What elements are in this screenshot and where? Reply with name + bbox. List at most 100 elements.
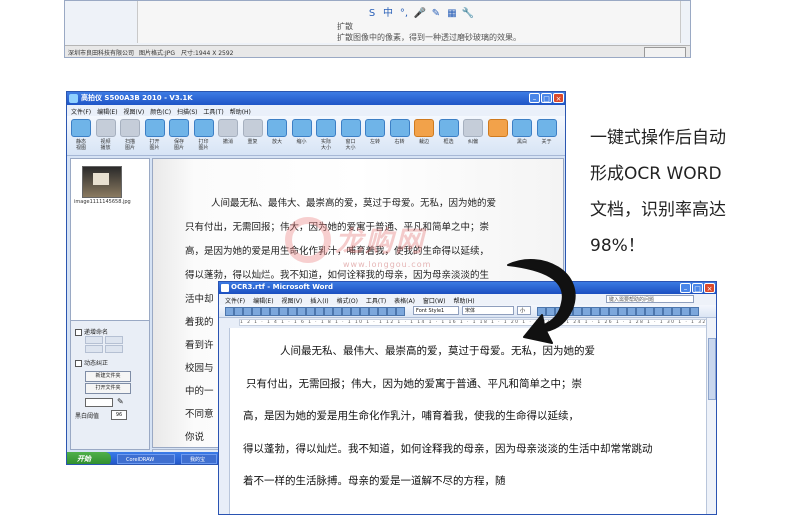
toolbar-button[interactable]: 框选: [438, 119, 460, 153]
word-maximize-button[interactable]: □: [692, 283, 703, 293]
word-toolbar-icon[interactable]: [279, 307, 288, 316]
toolbar-button[interactable]: 放大: [266, 119, 288, 153]
word-toolbar-icon[interactable]: [627, 307, 636, 316]
name-field-4[interactable]: [105, 345, 123, 353]
word-toolbar-icon[interactable]: [654, 307, 663, 316]
auto-name-option[interactable]: 递增命名: [75, 327, 108, 336]
toolbar-button[interactable]: 静态 视图: [70, 119, 92, 153]
word-toolbar-icon[interactable]: [234, 307, 243, 316]
menu-scan[interactable]: 扫描(S): [177, 107, 198, 116]
eyedropper-icon[interactable]: ✎: [117, 397, 124, 406]
word-menu-edit[interactable]: 编辑(E): [253, 296, 273, 305]
word-toolbar-icon[interactable]: [609, 307, 618, 316]
toolbar-button[interactable]: 打开 图片: [144, 119, 166, 153]
word-menu-window[interactable]: 窗口(W): [423, 296, 446, 305]
word-menu-table[interactable]: 表格(A): [394, 296, 415, 305]
menu-edit[interactable]: 编辑(E): [97, 107, 117, 116]
toolbar-button[interactable]: 重复: [242, 119, 264, 153]
word-toolbar-icon[interactable]: [297, 307, 306, 316]
word-menu-file[interactable]: 文件(F): [225, 296, 245, 305]
edit-icon[interactable]: ✎: [429, 8, 443, 20]
auto-deskew-option[interactable]: 动态纠正: [75, 358, 108, 367]
toolbar-button[interactable]: 纠偏: [462, 119, 484, 153]
minimize-button[interactable]: –: [529, 93, 540, 103]
menu-view[interactable]: 视图(V): [123, 107, 144, 116]
toolbar-button[interactable]: 实际 大小: [315, 119, 337, 153]
word-menu-insert[interactable]: 插入(I): [310, 296, 328, 305]
word-toolbar-icon[interactable]: [342, 307, 351, 316]
punctuation-icon[interactable]: °,: [397, 8, 411, 20]
toolbar-button[interactable]: 视频 播放: [95, 119, 117, 153]
toolbar-button[interactable]: [487, 119, 509, 153]
auto-deskew-checkbox[interactable]: [75, 360, 82, 367]
new-folder-button[interactable]: 新建文件夹: [85, 371, 131, 382]
word-toolbar-icon[interactable]: [351, 307, 360, 316]
help-search-input[interactable]: 键入需要帮助的问题: [606, 295, 694, 303]
toolbar-button[interactable]: 黑白: [511, 119, 533, 153]
name-field-2[interactable]: [105, 336, 123, 344]
word-document-page[interactable]: 人间最无私、最伟大、最崇高的爱，莫过于母爱。无私，因为她的爱 只有付出，无需回报…: [230, 328, 707, 514]
scroll-thumb[interactable]: [708, 338, 716, 400]
word-menu-view[interactable]: 视图(V): [281, 296, 302, 305]
word-toolbar-icon[interactable]: [378, 307, 387, 316]
close-button[interactable]: ×: [553, 93, 564, 103]
taskbar-item[interactable]: 我的宝: [181, 454, 217, 464]
color-dropdown[interactable]: [85, 398, 113, 407]
toolbar-button[interactable]: 右转: [389, 119, 411, 153]
taskbar-item[interactable]: CorelDRAW: [117, 454, 175, 464]
menu-tools[interactable]: 工具(T): [203, 107, 223, 116]
word-toolbar-icon[interactable]: [636, 307, 645, 316]
name-field-3[interactable]: [85, 345, 103, 353]
word-toolbar-icon[interactable]: [243, 307, 252, 316]
table-icon[interactable]: ▦: [445, 8, 459, 20]
word-minimize-button[interactable]: –: [680, 283, 691, 293]
word-toolbar-icon[interactable]: [306, 307, 315, 316]
word-toolbar-icon[interactable]: [315, 307, 324, 316]
word-toolbar-icon[interactable]: [681, 307, 690, 316]
word-toolbar-icon[interactable]: [360, 307, 369, 316]
thumbnail-image[interactable]: [82, 166, 122, 198]
threshold-input[interactable]: 96: [111, 410, 127, 420]
word-toolbar-icon[interactable]: [252, 307, 261, 316]
toolbar-button[interactable]: 扫描 图片: [119, 119, 141, 153]
word-toolbar-icon[interactable]: [288, 307, 297, 316]
vertical-scrollbar[interactable]: [706, 318, 716, 514]
name-field-1[interactable]: [85, 336, 103, 344]
mic-icon[interactable]: 🎤: [413, 8, 427, 20]
word-toolbar-icon[interactable]: [672, 307, 681, 316]
word-toolbar-icon[interactable]: [396, 307, 405, 316]
menu-color[interactable]: 颜色(C): [150, 107, 171, 116]
open-folder-button[interactable]: 打开文件夹: [85, 383, 131, 394]
word-toolbar-icon[interactable]: [369, 307, 378, 316]
word-toolbar-icon[interactable]: [387, 307, 396, 316]
toolbar-button[interactable]: 缩小: [291, 119, 313, 153]
menu-help[interactable]: 帮助(H): [230, 107, 251, 116]
toolbar-button[interactable]: 保存 图片: [168, 119, 190, 153]
toolbar-button[interactable]: 打印 图片: [193, 119, 215, 153]
word-toolbar-icon[interactable]: [663, 307, 672, 316]
word-toolbar-icon[interactable]: [324, 307, 333, 316]
toolbar-button[interactable]: 裁边: [413, 119, 435, 153]
word-toolbar-icon[interactable]: [333, 307, 342, 316]
vertical-ruler[interactable]: [219, 328, 230, 514]
word-menu-help[interactable]: 帮助(H): [453, 296, 474, 305]
maximize-button[interactable]: □: [541, 93, 552, 103]
word-toolbar-icon[interactable]: [645, 307, 654, 316]
toolbar-button[interactable]: 关于: [536, 119, 558, 153]
word-toolbar-icon[interactable]: [600, 307, 609, 316]
word-close-button[interactable]: ×: [704, 283, 715, 293]
start-button[interactable]: 开始: [67, 452, 111, 464]
word-menu-format[interactable]: 格式(O): [337, 296, 358, 305]
s-icon[interactable]: S: [365, 8, 379, 20]
word-toolbar-icon[interactable]: [261, 307, 270, 316]
word-toolbar-icon[interactable]: [690, 307, 699, 316]
wrench-icon[interactable]: 🔧: [461, 8, 475, 20]
chinese-input-icon[interactable]: 中: [381, 8, 395, 20]
toolbar-button[interactable]: 窗口 大小: [340, 119, 362, 153]
toolbar-button[interactable]: 左转: [364, 119, 386, 153]
word-toolbar-icon[interactable]: [225, 307, 234, 316]
word-menu-tools[interactable]: 工具(T): [366, 296, 386, 305]
word-toolbar-icon[interactable]: [618, 307, 627, 316]
word-toolbar-icon[interactable]: [591, 307, 600, 316]
word-toolbar-icon[interactable]: [270, 307, 279, 316]
